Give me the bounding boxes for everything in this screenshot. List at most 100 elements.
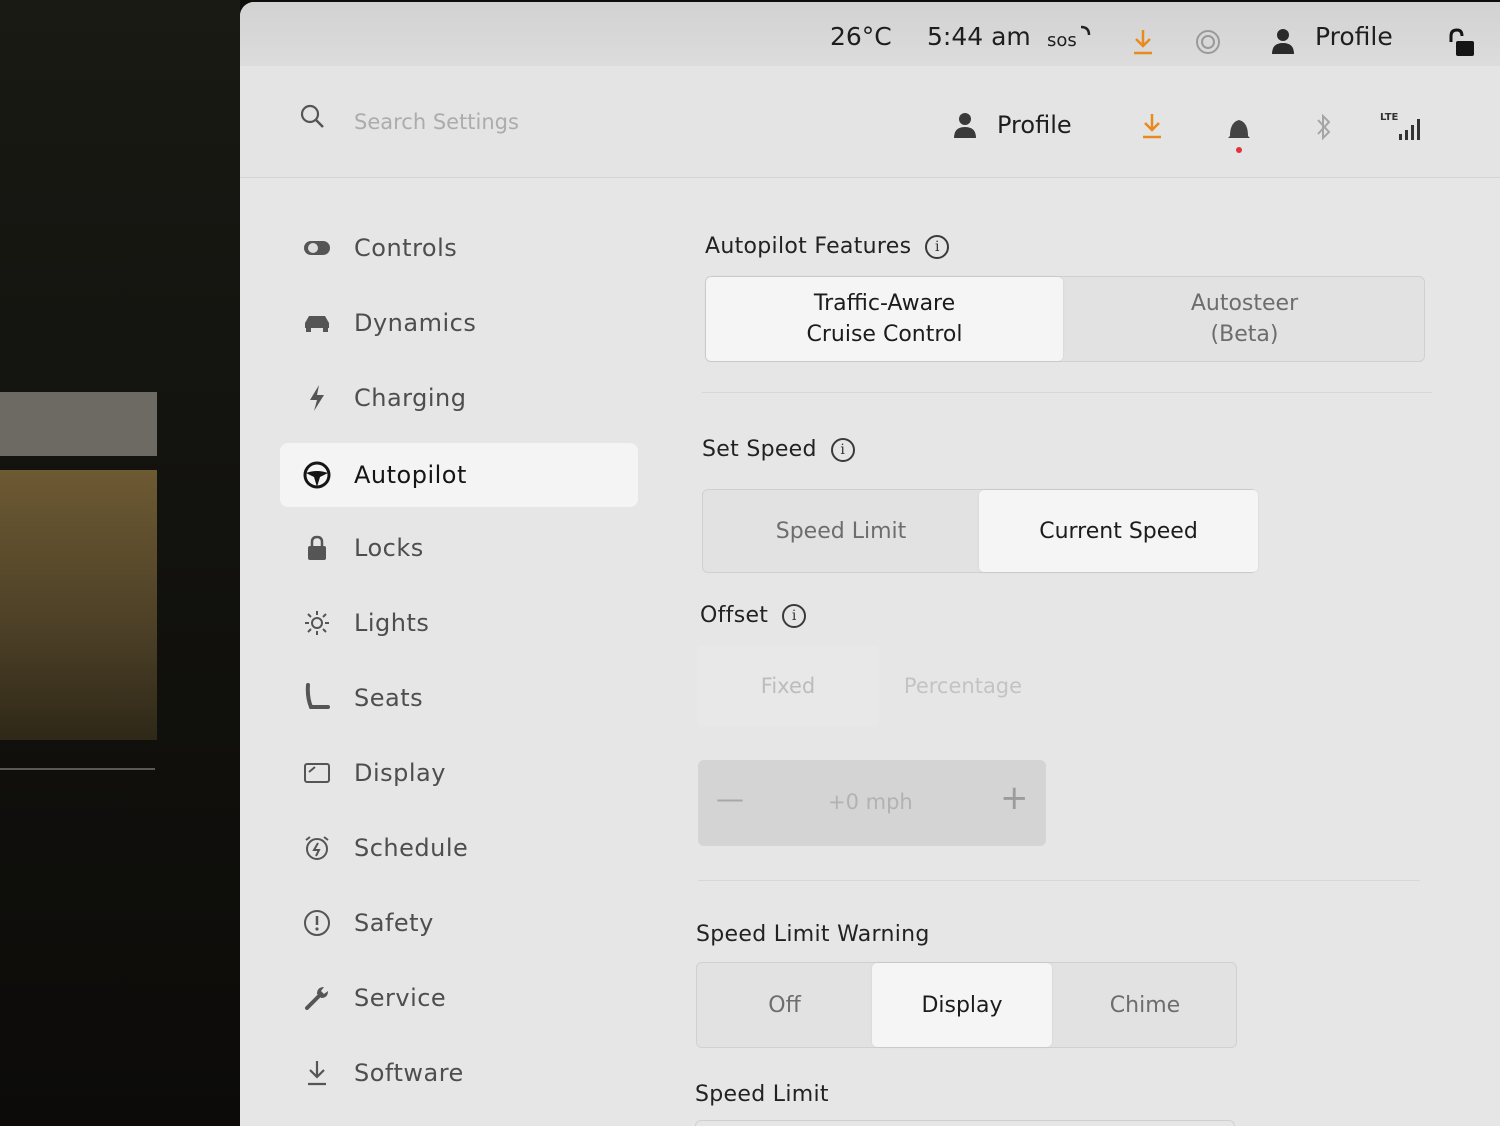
option-percentage[interactable]: Percentage [878, 646, 1048, 726]
speed-limit-warning-selector: Off Display Chime [696, 962, 1237, 1048]
download-icon [302, 1058, 332, 1088]
set-speed-title: Set Speed i [702, 437, 855, 462]
sos-phone-icon [1080, 25, 1091, 36]
sidebar-item-service[interactable]: Service [280, 966, 638, 1030]
decrement-button[interactable]: — [716, 782, 744, 815]
toggle-icon [302, 233, 332, 263]
sidebar-item-schedule[interactable]: Schedule [280, 816, 638, 880]
sidebar-item-label: Safety [354, 909, 434, 937]
option-label: Fixed [760, 674, 816, 698]
sidebar-item-label: Autopilot [354, 461, 467, 489]
temperature-readout: 26°C [830, 22, 892, 51]
info-icon[interactable]: i [782, 603, 807, 628]
option-traffic-aware-cruise-control[interactable]: Traffic-Aware Cruise Control [706, 277, 1063, 361]
sidebar-item-dynamics[interactable]: Dynamics [280, 291, 638, 355]
background-strip [0, 470, 157, 740]
sidebar-item-display[interactable]: Display [280, 741, 638, 805]
sos-indicator[interactable]: sos [1047, 30, 1077, 51]
speed-limit-selector [695, 1120, 1235, 1126]
info-icon[interactable]: i [830, 437, 855, 462]
dashcam-icon[interactable] [1194, 28, 1222, 56]
lte-label: LTE [1380, 112, 1399, 123]
sidebar-item-label: Locks [354, 534, 424, 562]
sidebar-item-label: Service [354, 984, 447, 1012]
speed-limit-warning-title: Speed Limit Warning [696, 922, 930, 947]
sidebar-item-safety[interactable]: Safety [280, 891, 638, 955]
status-bar: 26°C 5:44 am sos Profile [240, 2, 1500, 66]
sidebar-item-label: Software [354, 1059, 464, 1087]
offset-stepper: — +0 mph + [698, 760, 1046, 846]
option-label: Speed Limit [775, 518, 907, 544]
offset-type-selector: Fixed Percentage [698, 646, 1048, 726]
download-icon[interactable] [1140, 112, 1164, 140]
car-icon [302, 308, 332, 338]
option-current-speed[interactable]: Current Speed [979, 490, 1258, 572]
option-label: (Beta) [1210, 322, 1279, 347]
option-fixed[interactable]: Fixed [698, 646, 878, 726]
unlocked-icon[interactable] [1448, 28, 1476, 60]
sidebar-item-label: Display [354, 759, 446, 787]
notification-bell-icon[interactable] [1226, 114, 1252, 154]
section-title-text: Speed Limit [695, 1082, 829, 1107]
sidebar-item-label: Controls [354, 234, 458, 262]
sidebar-item-autopilot[interactable]: Autopilot [280, 443, 638, 507]
background-line [0, 768, 155, 770]
option-chime[interactable]: Chime [1052, 963, 1238, 1047]
option-off[interactable]: Off [697, 963, 872, 1047]
lock-icon [302, 533, 332, 563]
option-label: Display [921, 992, 1003, 1018]
info-icon[interactable]: i [925, 234, 950, 259]
increment-button[interactable]: + [1000, 778, 1029, 818]
lightning-bolt-icon [302, 383, 332, 413]
status-profile-label[interactable]: Profile [1315, 22, 1393, 51]
settings-screen: 26°C 5:44 am sos Profile Search Settings… [240, 2, 1500, 1126]
option-label: Autosteer [1190, 291, 1299, 316]
sidebar-item-label: Seats [354, 684, 424, 712]
sidebar-item-label: Dynamics [354, 309, 477, 337]
autopilot-features-title: Autopilot Features i [705, 234, 950, 259]
cellular-signal-icon [1399, 119, 1420, 140]
settings-header: Profile LTE [240, 66, 1500, 178]
header-profile-button[interactable]: Profile [997, 111, 1072, 139]
display-icon [302, 758, 332, 788]
section-title-text: Speed Limit Warning [696, 922, 930, 947]
option-label: Traffic-Aware [813, 291, 956, 316]
steering-wheel-icon [302, 460, 332, 490]
option-label: Current Speed [1039, 518, 1198, 544]
option-label: Percentage [903, 674, 1023, 698]
search-input[interactable] [354, 106, 674, 138]
seat-icon [302, 683, 332, 713]
background-strip [0, 392, 157, 456]
background-scene [0, 0, 240, 1126]
set-speed-selector: Speed Limit Current Speed [702, 489, 1258, 573]
sidebar-item-lights[interactable]: Lights [280, 591, 638, 655]
profile-icon [954, 113, 976, 138]
sidebar-item-label: Lights [354, 609, 430, 637]
sidebar-item-locks[interactable]: Locks [280, 516, 638, 580]
option-label: Chime [1109, 992, 1181, 1018]
profile-icon [1272, 29, 1294, 54]
section-title-text: Offset [700, 603, 769, 628]
sidebar-item-charging[interactable]: Charging [280, 366, 638, 430]
sidebar-item-software[interactable]: Software [280, 1041, 638, 1105]
section-divider [698, 880, 1420, 881]
option-label: Cruise Control [806, 322, 963, 347]
alarm-clock-icon [302, 833, 332, 863]
download-icon[interactable] [1131, 28, 1155, 56]
autopilot-features-selector: Traffic-Aware Cruise Control Autosteer (… [705, 276, 1425, 362]
bluetooth-icon[interactable] [1313, 112, 1335, 142]
sidebar-item-label: Charging [354, 384, 467, 412]
search-icon [300, 104, 324, 128]
section-title-text: Autopilot Features [705, 234, 912, 259]
alert-circle-icon [302, 908, 332, 938]
offset-title: Offset i [700, 603, 807, 628]
section-divider [702, 392, 1432, 393]
option-label: Off [768, 992, 801, 1018]
option-display[interactable]: Display [872, 963, 1052, 1047]
sidebar-item-seats[interactable]: Seats [280, 666, 638, 730]
option-speed-limit[interactable]: Speed Limit [703, 490, 979, 572]
option-autosteer-beta[interactable]: Autosteer (Beta) [1063, 277, 1426, 361]
speed-limit-title: Speed Limit [695, 1082, 829, 1107]
wrench-icon [302, 983, 332, 1013]
sidebar-item-controls[interactable]: Controls [280, 216, 638, 280]
